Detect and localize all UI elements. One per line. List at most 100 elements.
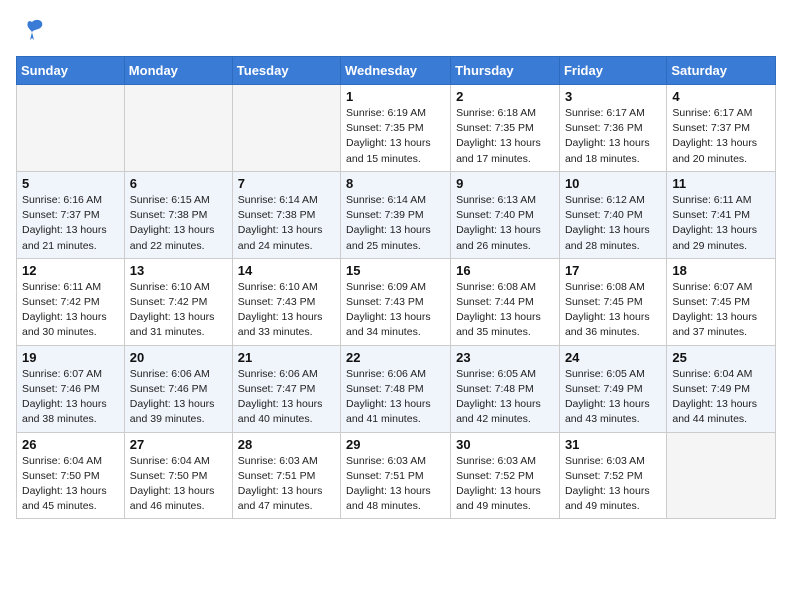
day-number: 15 [346,263,445,278]
calendar-cell: 27 Sunrise: 6:04 AM Sunset: 7:50 PM Dayli… [124,432,232,519]
day-number: 12 [22,263,119,278]
calendar-cell: 25Sunrise: 6:04 AM Sunset: 7:49 PM Dayli… [667,345,776,432]
day-number: 26 [22,437,119,452]
day-info: Sunrise: 6:03 AM Sunset: 7:51 PM Dayligh… [238,454,335,515]
day-number: 1 [346,89,445,104]
calendar-cell: 4 Sunrise: 6:17 AM Sunset: 7:37 PM Daylig… [667,85,776,172]
day-number: 20 [130,350,227,365]
day-number: 23 [456,350,554,365]
calendar-cell: 6Sunrise: 6:15 AM Sunset: 7:38 PM Daylig… [124,171,232,258]
page-header [16,16,776,44]
day-info: Sunrise: 6:16 AM Sunset: 7:37 PM Dayligh… [22,193,119,254]
day-number: 11 [672,176,770,191]
day-number: 9 [456,176,554,191]
day-number: 18 [672,263,770,278]
day-info: Sunrise: 6:04 AM Sunset: 7:50 PM Dayligh… [130,454,227,515]
calendar-cell: 22 Sunrise: 6:06 AM Sunset: 7:48 PM Dayli… [341,345,451,432]
day-info: Sunrise: 6:04 AM Sunset: 7:49 PM Dayligh… [672,367,770,428]
calendar-cell: 11 Sunrise: 6:11 AM Sunset: 7:41 PM Dayli… [667,171,776,258]
calendar-week-row: 12Sunrise: 6:11 AM Sunset: 7:42 PM Dayli… [17,258,776,345]
day-number: 8 [346,176,445,191]
day-info: Sunrise: 6:05 AM Sunset: 7:48 PM Dayligh… [456,367,554,428]
calendar-cell: 7Sunrise: 6:14 AM Sunset: 7:38 PM Daylig… [232,171,340,258]
calendar-week-row: 19Sunrise: 6:07 AM Sunset: 7:46 PM Dayli… [17,345,776,432]
day-info: Sunrise: 6:14 AM Sunset: 7:38 PM Dayligh… [238,193,335,254]
day-info: Sunrise: 6:10 AM Sunset: 7:42 PM Dayligh… [130,280,227,341]
day-number: 5 [22,176,119,191]
day-number: 24 [565,350,661,365]
weekday-header: Wednesday [341,57,451,85]
day-info: Sunrise: 6:11 AM Sunset: 7:41 PM Dayligh… [672,193,770,254]
calendar-cell: 24 Sunrise: 6:05 AM Sunset: 7:49 PM Dayli… [559,345,666,432]
calendar-cell: 28 Sunrise: 6:03 AM Sunset: 7:51 PM Dayli… [232,432,340,519]
calendar-header-row: SundayMondayTuesdayWednesdayThursdayFrid… [17,57,776,85]
day-info: Sunrise: 6:17 AM Sunset: 7:37 PM Dayligh… [672,106,770,167]
day-info: Sunrise: 6:08 AM Sunset: 7:44 PM Dayligh… [456,280,554,341]
calendar-cell: 29Sunrise: 6:03 AM Sunset: 7:51 PM Dayli… [341,432,451,519]
calendar-cell [124,85,232,172]
day-number: 3 [565,89,661,104]
logo [16,16,46,44]
day-number: 22 [346,350,445,365]
calendar-cell: 18 Sunrise: 6:07 AM Sunset: 7:45 PM Dayli… [667,258,776,345]
calendar-cell: 26 Sunrise: 6:04 AM Sunset: 7:50 PM Dayli… [17,432,125,519]
day-info: Sunrise: 6:14 AM Sunset: 7:39 PM Dayligh… [346,193,445,254]
calendar-cell: 20 Sunrise: 6:06 AM Sunset: 7:46 PM Dayli… [124,345,232,432]
calendar-cell: 13 Sunrise: 6:10 AM Sunset: 7:42 PM Dayli… [124,258,232,345]
weekday-header: Monday [124,57,232,85]
day-info: Sunrise: 6:06 AM Sunset: 7:47 PM Dayligh… [238,367,335,428]
calendar-cell: 3 Sunrise: 6:17 AM Sunset: 7:36 PM Daylig… [559,85,666,172]
day-info: Sunrise: 6:09 AM Sunset: 7:43 PM Dayligh… [346,280,445,341]
day-number: 2 [456,89,554,104]
day-number: 30 [456,437,554,452]
calendar-cell: 8 Sunrise: 6:14 AM Sunset: 7:39 PM Daylig… [341,171,451,258]
calendar-cell: 15 Sunrise: 6:09 AM Sunset: 7:43 PM Dayli… [341,258,451,345]
calendar-cell: 5 Sunrise: 6:16 AM Sunset: 7:37 PM Daylig… [17,171,125,258]
weekday-header: Thursday [451,57,560,85]
day-info: Sunrise: 6:13 AM Sunset: 7:40 PM Dayligh… [456,193,554,254]
weekday-header: Sunday [17,57,125,85]
day-info: Sunrise: 6:03 AM Sunset: 7:52 PM Dayligh… [565,454,661,515]
day-info: Sunrise: 6:10 AM Sunset: 7:43 PM Dayligh… [238,280,335,341]
weekday-header: Saturday [667,57,776,85]
calendar-cell: 31Sunrise: 6:03 AM Sunset: 7:52 PM Dayli… [559,432,666,519]
calendar-table: SundayMondayTuesdayWednesdayThursdayFrid… [16,56,776,519]
day-number: 14 [238,263,335,278]
day-info: Sunrise: 6:06 AM Sunset: 7:46 PM Dayligh… [130,367,227,428]
day-info: Sunrise: 6:07 AM Sunset: 7:46 PM Dayligh… [22,367,119,428]
calendar-cell: 23 Sunrise: 6:05 AM Sunset: 7:48 PM Dayli… [451,345,560,432]
day-info: Sunrise: 6:05 AM Sunset: 7:49 PM Dayligh… [565,367,661,428]
calendar-cell: 10 Sunrise: 6:12 AM Sunset: 7:40 PM Dayli… [559,171,666,258]
calendar-week-row: 5 Sunrise: 6:16 AM Sunset: 7:37 PM Daylig… [17,171,776,258]
day-number: 27 [130,437,227,452]
calendar-cell [232,85,340,172]
day-info: Sunrise: 6:07 AM Sunset: 7:45 PM Dayligh… [672,280,770,341]
day-number: 4 [672,89,770,104]
calendar-cell [667,432,776,519]
day-number: 17 [565,263,661,278]
calendar-cell: 12Sunrise: 6:11 AM Sunset: 7:42 PM Dayli… [17,258,125,345]
day-number: 6 [130,176,227,191]
calendar-cell [17,85,125,172]
day-number: 28 [238,437,335,452]
day-number: 10 [565,176,661,191]
calendar-cell: 1 Sunrise: 6:19 AM Sunset: 7:35 PM Daylig… [341,85,451,172]
day-info: Sunrise: 6:03 AM Sunset: 7:52 PM Dayligh… [456,454,554,515]
day-info: Sunrise: 6:03 AM Sunset: 7:51 PM Dayligh… [346,454,445,515]
day-info: Sunrise: 6:04 AM Sunset: 7:50 PM Dayligh… [22,454,119,515]
calendar-cell: 9 Sunrise: 6:13 AM Sunset: 7:40 PM Daylig… [451,171,560,258]
calendar-cell: 14 Sunrise: 6:10 AM Sunset: 7:43 PM Dayli… [232,258,340,345]
calendar-week-row: 1 Sunrise: 6:19 AM Sunset: 7:35 PM Daylig… [17,85,776,172]
calendar-cell: 19Sunrise: 6:07 AM Sunset: 7:46 PM Dayli… [17,345,125,432]
day-number: 21 [238,350,335,365]
day-number: 13 [130,263,227,278]
day-info: Sunrise: 6:12 AM Sunset: 7:40 PM Dayligh… [565,193,661,254]
day-info: Sunrise: 6:19 AM Sunset: 7:35 PM Dayligh… [346,106,445,167]
day-info: Sunrise: 6:17 AM Sunset: 7:36 PM Dayligh… [565,106,661,167]
weekday-header: Tuesday [232,57,340,85]
day-info: Sunrise: 6:08 AM Sunset: 7:45 PM Dayligh… [565,280,661,341]
weekday-header: Friday [559,57,666,85]
calendar-cell: 17 Sunrise: 6:08 AM Sunset: 7:45 PM Dayli… [559,258,666,345]
day-info: Sunrise: 6:06 AM Sunset: 7:48 PM Dayligh… [346,367,445,428]
calendar-cell: 16Sunrise: 6:08 AM Sunset: 7:44 PM Dayli… [451,258,560,345]
